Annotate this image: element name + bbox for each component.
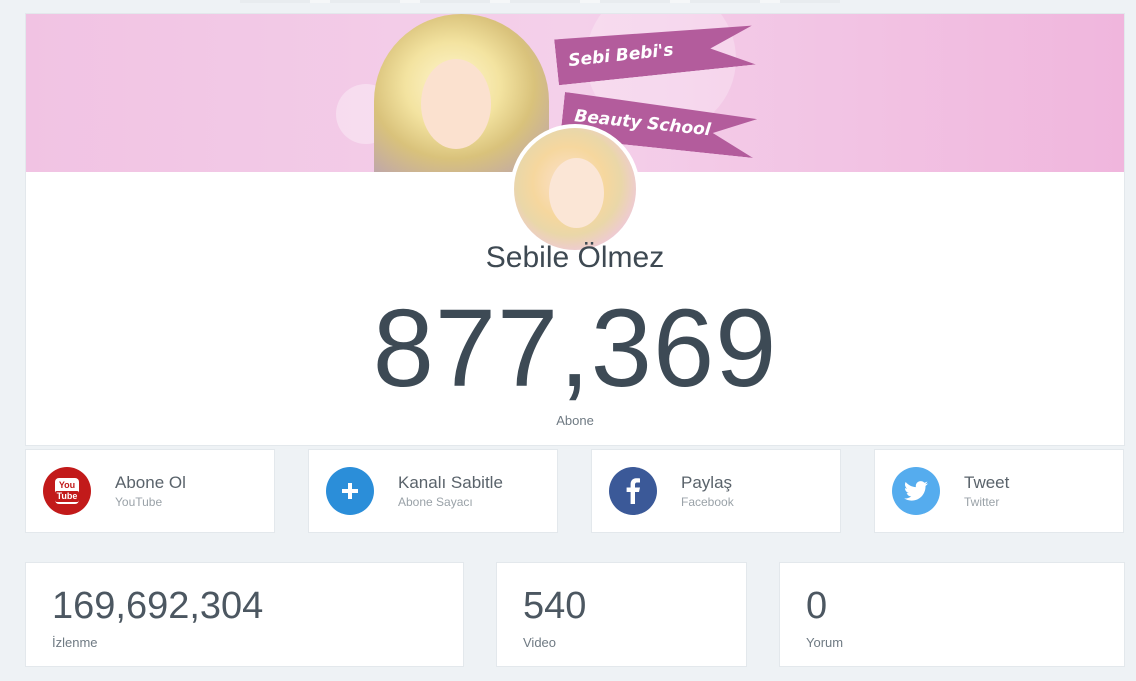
action-subtitle: Abone Sayacı — [398, 495, 473, 509]
twitter-bird-glyph — [904, 481, 928, 501]
views-count: 169,692,304 — [52, 585, 264, 627]
action-subtitle: YouTube — [115, 495, 163, 509]
page: Sebi Bebi's Beauty School Sebile Ölmez 8… — [0, 0, 1136, 681]
video-label: Video — [523, 635, 557, 650]
share-facebook-button[interactable]: Paylaş Facebook — [591, 449, 841, 533]
comment-count: 0 — [806, 585, 828, 627]
stat-card-views: 169,692,304 İzlenme — [25, 562, 464, 667]
stat-card-comments: 0 Yorum — [779, 562, 1125, 667]
facebook-icon — [609, 467, 657, 515]
video-count: 540 — [523, 585, 587, 627]
action-subtitle: Facebook — [681, 495, 734, 509]
youtube-logo-badge: You Tube — [54, 478, 80, 504]
banner-portrait-face — [421, 59, 491, 149]
tweet-twitter-button[interactable]: Tweet Twitter — [874, 449, 1124, 533]
stat-card-videos: 540 Video — [496, 562, 747, 667]
channel-avatar[interactable] — [510, 124, 640, 254]
action-title: Kanalı Sabitle — [398, 473, 503, 492]
youtube-icon: You Tube — [43, 467, 91, 515]
plus-glyph — [342, 483, 358, 499]
action-subtitle: Twitter — [964, 495, 1000, 509]
top-nav-strip — [240, 0, 840, 3]
pin-channel-button[interactable]: Kanalı Sabitle Abone Sayacı — [308, 449, 558, 533]
subscribe-youtube-button[interactable]: You Tube Abone Ol YouTube — [25, 449, 275, 533]
avatar-face — [549, 158, 604, 228]
action-title: Abone Ol — [115, 473, 186, 492]
views-label: İzlenme — [52, 635, 98, 650]
plus-icon — [326, 467, 374, 515]
action-text: Tweet Twitter — [964, 473, 1009, 509]
action-title: Paylaş — [681, 473, 733, 492]
twitter-icon — [892, 467, 940, 515]
subscriber-count: 877,369 — [372, 287, 778, 410]
action-text: Kanalı Sabitle Abone Sayacı — [398, 473, 503, 509]
youtube-badge-top: You — [58, 479, 76, 490]
action-text: Paylaş Facebook — [681, 473, 734, 509]
youtube-badge-bottom: Tube — [54, 490, 80, 502]
action-title: Tweet — [964, 473, 1010, 492]
channel-profile-card: Sebi Bebi's Beauty School Sebile Ölmez 8… — [25, 13, 1125, 446]
subscriber-label: Abone — [556, 413, 594, 428]
comment-label: Yorum — [806, 635, 844, 650]
facebook-f-glyph — [626, 478, 640, 504]
channel-name: Sebile Ölmez — [485, 241, 665, 274]
action-text: Abone Ol YouTube — [115, 473, 186, 509]
